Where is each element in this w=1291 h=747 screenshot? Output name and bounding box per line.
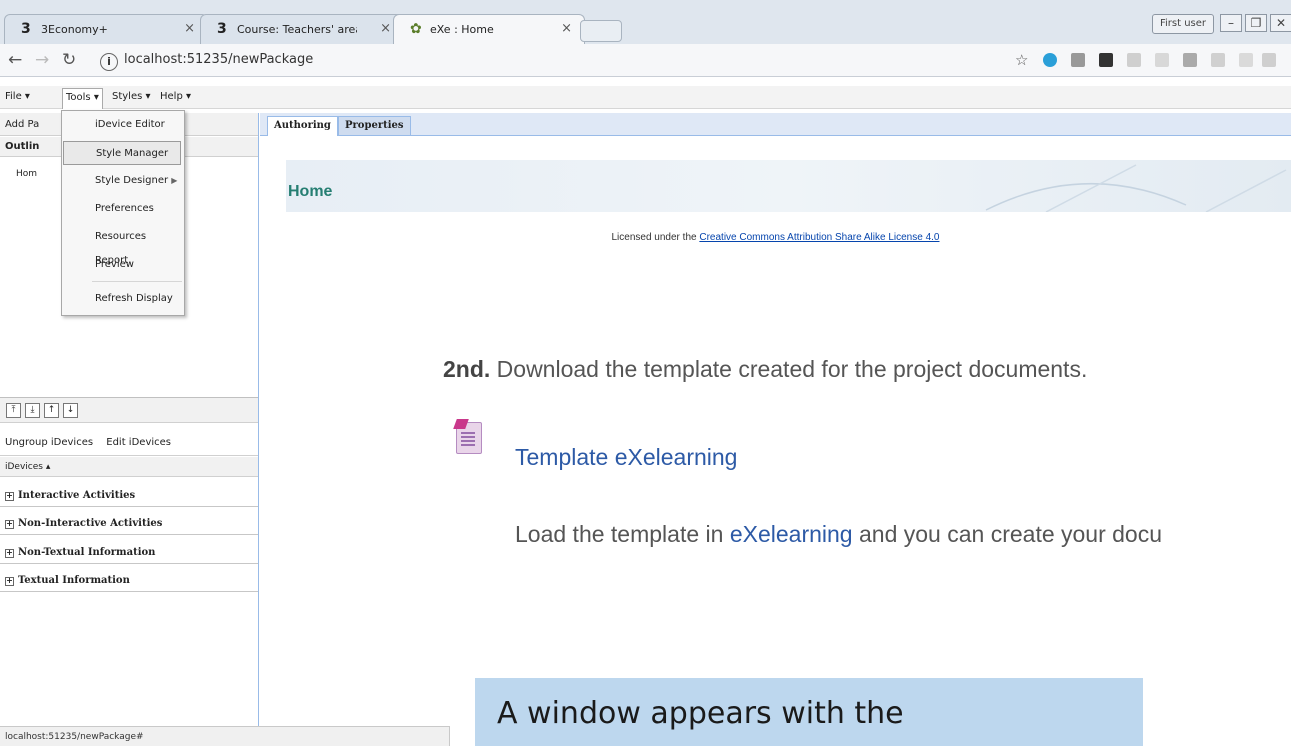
caption-text: A window appears with the (497, 696, 904, 731)
browser-tab-exe-home[interactable]: ✿ eXe : Home × (393, 14, 585, 45)
info-icon[interactable]: i (100, 53, 118, 71)
extension-icon[interactable] (1239, 53, 1253, 67)
menu-item-preferences[interactable]: Preferences (63, 197, 181, 221)
close-icon[interactable]: × (184, 21, 195, 36)
tab-title: Course: Teachers' area (237, 23, 357, 36)
tab-properties[interactable]: Properties (338, 116, 411, 135)
submenu-arrow-icon: ▶ (171, 176, 178, 185)
menu-item-idevice-editor[interactable]: iDevice Editor (63, 113, 181, 137)
back-icon[interactable]: ← (8, 50, 22, 70)
extension-icon[interactable] (1071, 53, 1085, 67)
new-tab-button[interactable] (580, 20, 622, 42)
category-label: Non-Textual Information (18, 547, 156, 558)
panel-tabs: Authoring Properties (260, 113, 1291, 136)
app-menubar: File ▾ Tools ▾ Styles ▾ Help ▾ (0, 86, 1291, 109)
category-non-interactive[interactable]: + Non-Interactive Activities (0, 513, 258, 535)
exe-icon: ✿ (410, 21, 422, 37)
load-instruction: Load the template in eXelearning and you… (515, 521, 1291, 548)
template-link[interactable]: Template eXelearning (515, 444, 737, 471)
extension-icon[interactable] (1183, 53, 1197, 67)
move-up-icon[interactable]: ↑ (44, 403, 59, 418)
menu-file[interactable]: File ▾ (5, 91, 30, 102)
step-instruction: 2nd. Download the template created for t… (443, 356, 1087, 383)
browser-tab-course[interactable]: 3 Course: Teachers' area × (200, 14, 404, 44)
extension-icon[interactable] (1099, 53, 1113, 67)
tab-title: 3Economy+ (41, 23, 108, 36)
menu-item-refresh-display[interactable]: Refresh Display (63, 287, 181, 311)
demote-icon[interactable]: ⤓ (25, 403, 40, 418)
menu-separator (92, 281, 182, 282)
category-non-textual[interactable]: + Non-Textual Information (0, 542, 258, 564)
edit-idevices-button[interactable]: Edit iDevices (106, 437, 171, 448)
extension-icon[interactable] (1127, 53, 1141, 67)
exelearning-link[interactable]: eXelearning (730, 521, 853, 547)
license-text: Licensed under the (611, 232, 697, 243)
minimize-icon[interactable]: – (1220, 14, 1242, 32)
menu-item-label: Style Designer (95, 175, 169, 186)
tree-item-home[interactable]: Hom (16, 169, 37, 179)
menu-tools[interactable]: Tools ▾ (62, 88, 103, 109)
promote-icon[interactable]: ⤒ (6, 403, 21, 418)
idevice-actions: Ungroup iDevices Edit iDevices (0, 430, 258, 456)
restore-icon[interactable]: ❐ (1245, 14, 1267, 32)
url-field[interactable]: i localhost:51235/newPackage (100, 47, 1008, 73)
authoring-panel: Authoring Properties Home Licensed under… (260, 113, 1291, 746)
close-icon[interactable]: × (380, 21, 391, 36)
category-label: Non-Interactive Activities (18, 518, 163, 529)
close-window-icon[interactable]: ✕ (1270, 14, 1291, 32)
step-text: Download the template created for the pr… (496, 356, 1088, 382)
tab-authoring[interactable]: Authoring (267, 116, 338, 136)
tools-dropdown-menu: iDevice Editor Style Manager Style Desig… (61, 110, 185, 316)
license-line: Licensed under the Creative Commons Attr… (260, 232, 1291, 243)
tab-title: eXe : Home (430, 23, 494, 36)
caption-box: A window appears with the (475, 678, 1143, 746)
page-title: Home (288, 183, 333, 200)
browser-tab-3economy[interactable]: 3 3Economy+ × (4, 14, 208, 44)
extension-icon[interactable] (1211, 53, 1225, 67)
page-header: Home (286, 160, 1291, 212)
menu-item-style-designer[interactable]: Style Designer ▶ (63, 169, 181, 193)
ungroup-idevices-button[interactable]: Ungroup iDevices (5, 437, 93, 448)
category-textual[interactable]: + Textual Information (0, 570, 258, 592)
three-economy-icon: 3 (217, 21, 227, 37)
url-text: localhost:51235/newPackage (124, 52, 314, 67)
outline-toolbar: ⤒ ⤓ ↑ ↓ (0, 397, 258, 423)
expand-icon: + (5, 491, 14, 501)
bookmark-star-icon[interactable]: ☆ (1015, 50, 1028, 70)
category-interactive[interactable]: + Interactive Activities (0, 485, 258, 507)
document-icon (456, 422, 482, 454)
category-label: Interactive Activities (18, 490, 136, 501)
menu-help[interactable]: Help ▾ (160, 91, 191, 102)
menu-item-style-manager[interactable]: Style Manager (63, 141, 181, 165)
extension-icon[interactable] (1262, 53, 1276, 67)
header-decoration (985, 164, 1287, 212)
browser-tabstrip: 3 3Economy+ × 3 Course: Teachers' area ×… (0, 0, 1291, 45)
extension-icon[interactable] (1155, 53, 1169, 67)
user-profile-button[interactable]: First user (1152, 14, 1214, 34)
load-text-end: and you can create your docu (858, 521, 1163, 547)
license-link[interactable]: Creative Commons Attribution Share Alike… (699, 232, 939, 243)
reload-icon[interactable]: ↻ (62, 50, 76, 70)
address-bar: ← → ↻ i localhost:51235/newPackage ☆ (0, 44, 1291, 77)
extension-icon[interactable] (1043, 53, 1057, 67)
status-bar: localhost:51235/newPackage# (0, 726, 450, 746)
expand-icon: + (5, 519, 14, 529)
menu-item-resources-report[interactable]: Resources Report (63, 225, 181, 266)
close-icon[interactable]: × (561, 21, 572, 36)
load-text: Load the template in (515, 521, 724, 547)
menu-styles[interactable]: Styles ▾ (112, 91, 151, 102)
forward-icon[interactable]: → (35, 50, 49, 70)
menu-item-preview[interactable]: Preview (63, 253, 181, 277)
category-label: Textual Information (18, 575, 130, 586)
move-down-icon[interactable]: ↓ (63, 403, 78, 418)
three-economy-icon: 3 (21, 21, 31, 37)
idevices-header[interactable]: iDevices ▴ (0, 457, 258, 477)
step-number: 2nd. (443, 356, 491, 382)
expand-icon: + (5, 548, 14, 558)
expand-icon: + (5, 576, 14, 586)
